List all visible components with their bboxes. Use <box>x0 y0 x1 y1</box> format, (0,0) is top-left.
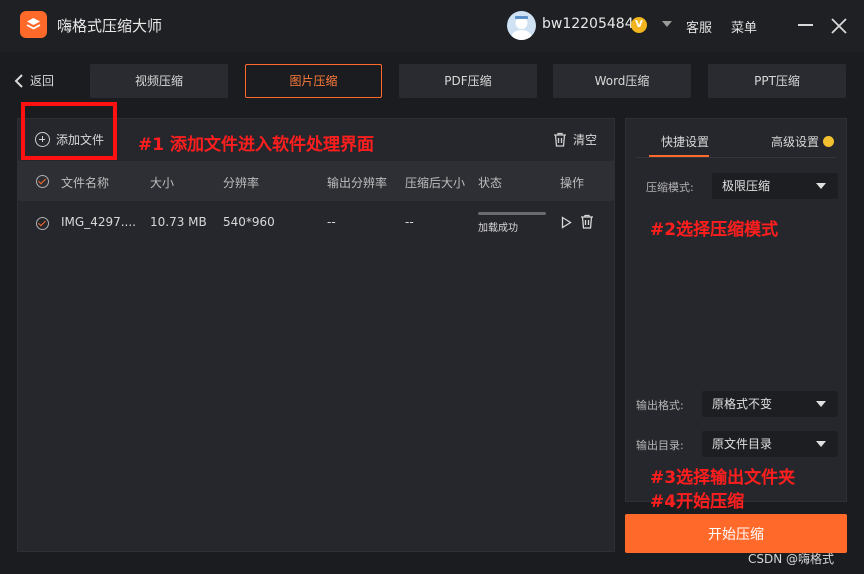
vip-badge-icon: V <box>631 17 647 33</box>
active-tab-indicator <box>649 155 709 157</box>
clear-button[interactable]: 清空 <box>553 131 597 148</box>
tab-ppt-compress[interactable]: PPT压缩 <box>708 64 846 98</box>
annotation-step4: #4开始压缩 <box>650 492 745 512</box>
status-text: 加载成功 <box>478 223 518 234</box>
chevron-down-icon <box>816 401 826 407</box>
file-resolution: 540*960 <box>223 215 275 229</box>
compress-mode-value: 极限压缩 <box>722 179 771 193</box>
file-size: 10.73 MB <box>150 215 207 229</box>
app-title: 嗨格式压缩大师 <box>57 17 163 35</box>
tab-image-compress[interactable]: 图片压缩 <box>245 64 382 98</box>
play-preview-icon[interactable] <box>561 216 572 229</box>
output-dir-select[interactable]: 原文件目录 <box>702 431 838 457</box>
compress-mode-label: 压缩模式: <box>646 181 694 194</box>
annotation-step3: #3选择输出文件夹 <box>650 468 796 488</box>
tab-video-compress[interactable]: 视频压缩 <box>90 64 228 98</box>
select-all-checkbox[interactable] <box>36 175 49 188</box>
column-header-actions: 操作 <box>560 176 585 190</box>
output-dir-label: 输出目录: <box>636 439 684 452</box>
annotation-step2: #2选择压缩模式 <box>650 220 779 240</box>
chevron-down-icon <box>816 441 826 447</box>
close-icon[interactable] <box>830 17 848 35</box>
back-button[interactable]: 返回 <box>14 72 54 89</box>
column-header-output-resolution: 输出分辨率 <box>327 176 388 190</box>
tab-quick-settings[interactable]: 快捷设置 <box>661 133 709 150</box>
clear-label: 清空 <box>573 133 598 147</box>
column-header-compressed-size: 压缩后大小 <box>405 176 466 190</box>
account-dropdown-icon[interactable] <box>662 21 672 27</box>
load-progress-fill <box>478 212 546 215</box>
menu-button[interactable]: 菜单 <box>731 17 757 36</box>
tab-advanced-settings[interactable]: 高级设置 <box>771 133 835 150</box>
customer-service-button[interactable]: 客服 <box>686 17 712 36</box>
watermark: CSDN @嗨格式 <box>748 552 835 566</box>
column-header-name: 文件名称 <box>61 176 110 190</box>
advanced-settings-label: 高级设置 <box>771 135 820 149</box>
column-header-status: 状态 <box>478 176 503 190</box>
settings-tab-divider <box>636 157 836 158</box>
output-format-label: 输出格式: <box>636 399 684 412</box>
chevron-left-icon <box>14 73 23 88</box>
tab-pdf-compress[interactable]: PDF压缩 <box>399 64 537 98</box>
output-format-select[interactable]: 原格式不变 <box>702 391 838 417</box>
tab-word-compress[interactable]: Word压缩 <box>553 64 691 98</box>
username[interactable]: bw12205484 <box>542 16 634 32</box>
load-progress-bar <box>478 212 546 215</box>
column-header-resolution: 分辨率 <box>223 176 260 190</box>
chevron-down-icon <box>816 183 826 189</box>
coin-icon <box>823 136 835 147</box>
minimize-icon[interactable] <box>798 24 813 26</box>
compressed-size: -- <box>405 215 414 229</box>
highlight-box <box>21 102 117 160</box>
back-label: 返回 <box>30 74 55 88</box>
delete-row-icon[interactable] <box>580 214 594 229</box>
output-resolution: -- <box>327 215 336 229</box>
output-format-value: 原格式不变 <box>712 397 773 411</box>
column-header-size: 大小 <box>150 176 175 190</box>
start-compress-button[interactable]: 开始压缩 <box>625 514 847 553</box>
output-dir-value: 原文件目录 <box>712 437 773 451</box>
compress-mode-select[interactable]: 极限压缩 <box>712 173 838 199</box>
trash-icon <box>554 132 566 147</box>
avatar[interactable] <box>507 11 536 40</box>
annotation-step1: #1 添加文件进入软件处理界面 <box>138 135 374 155</box>
app-logo-icon <box>20 11 47 38</box>
row-checkbox[interactable] <box>36 217 49 230</box>
file-name: IMG_4297.... <box>61 215 136 229</box>
